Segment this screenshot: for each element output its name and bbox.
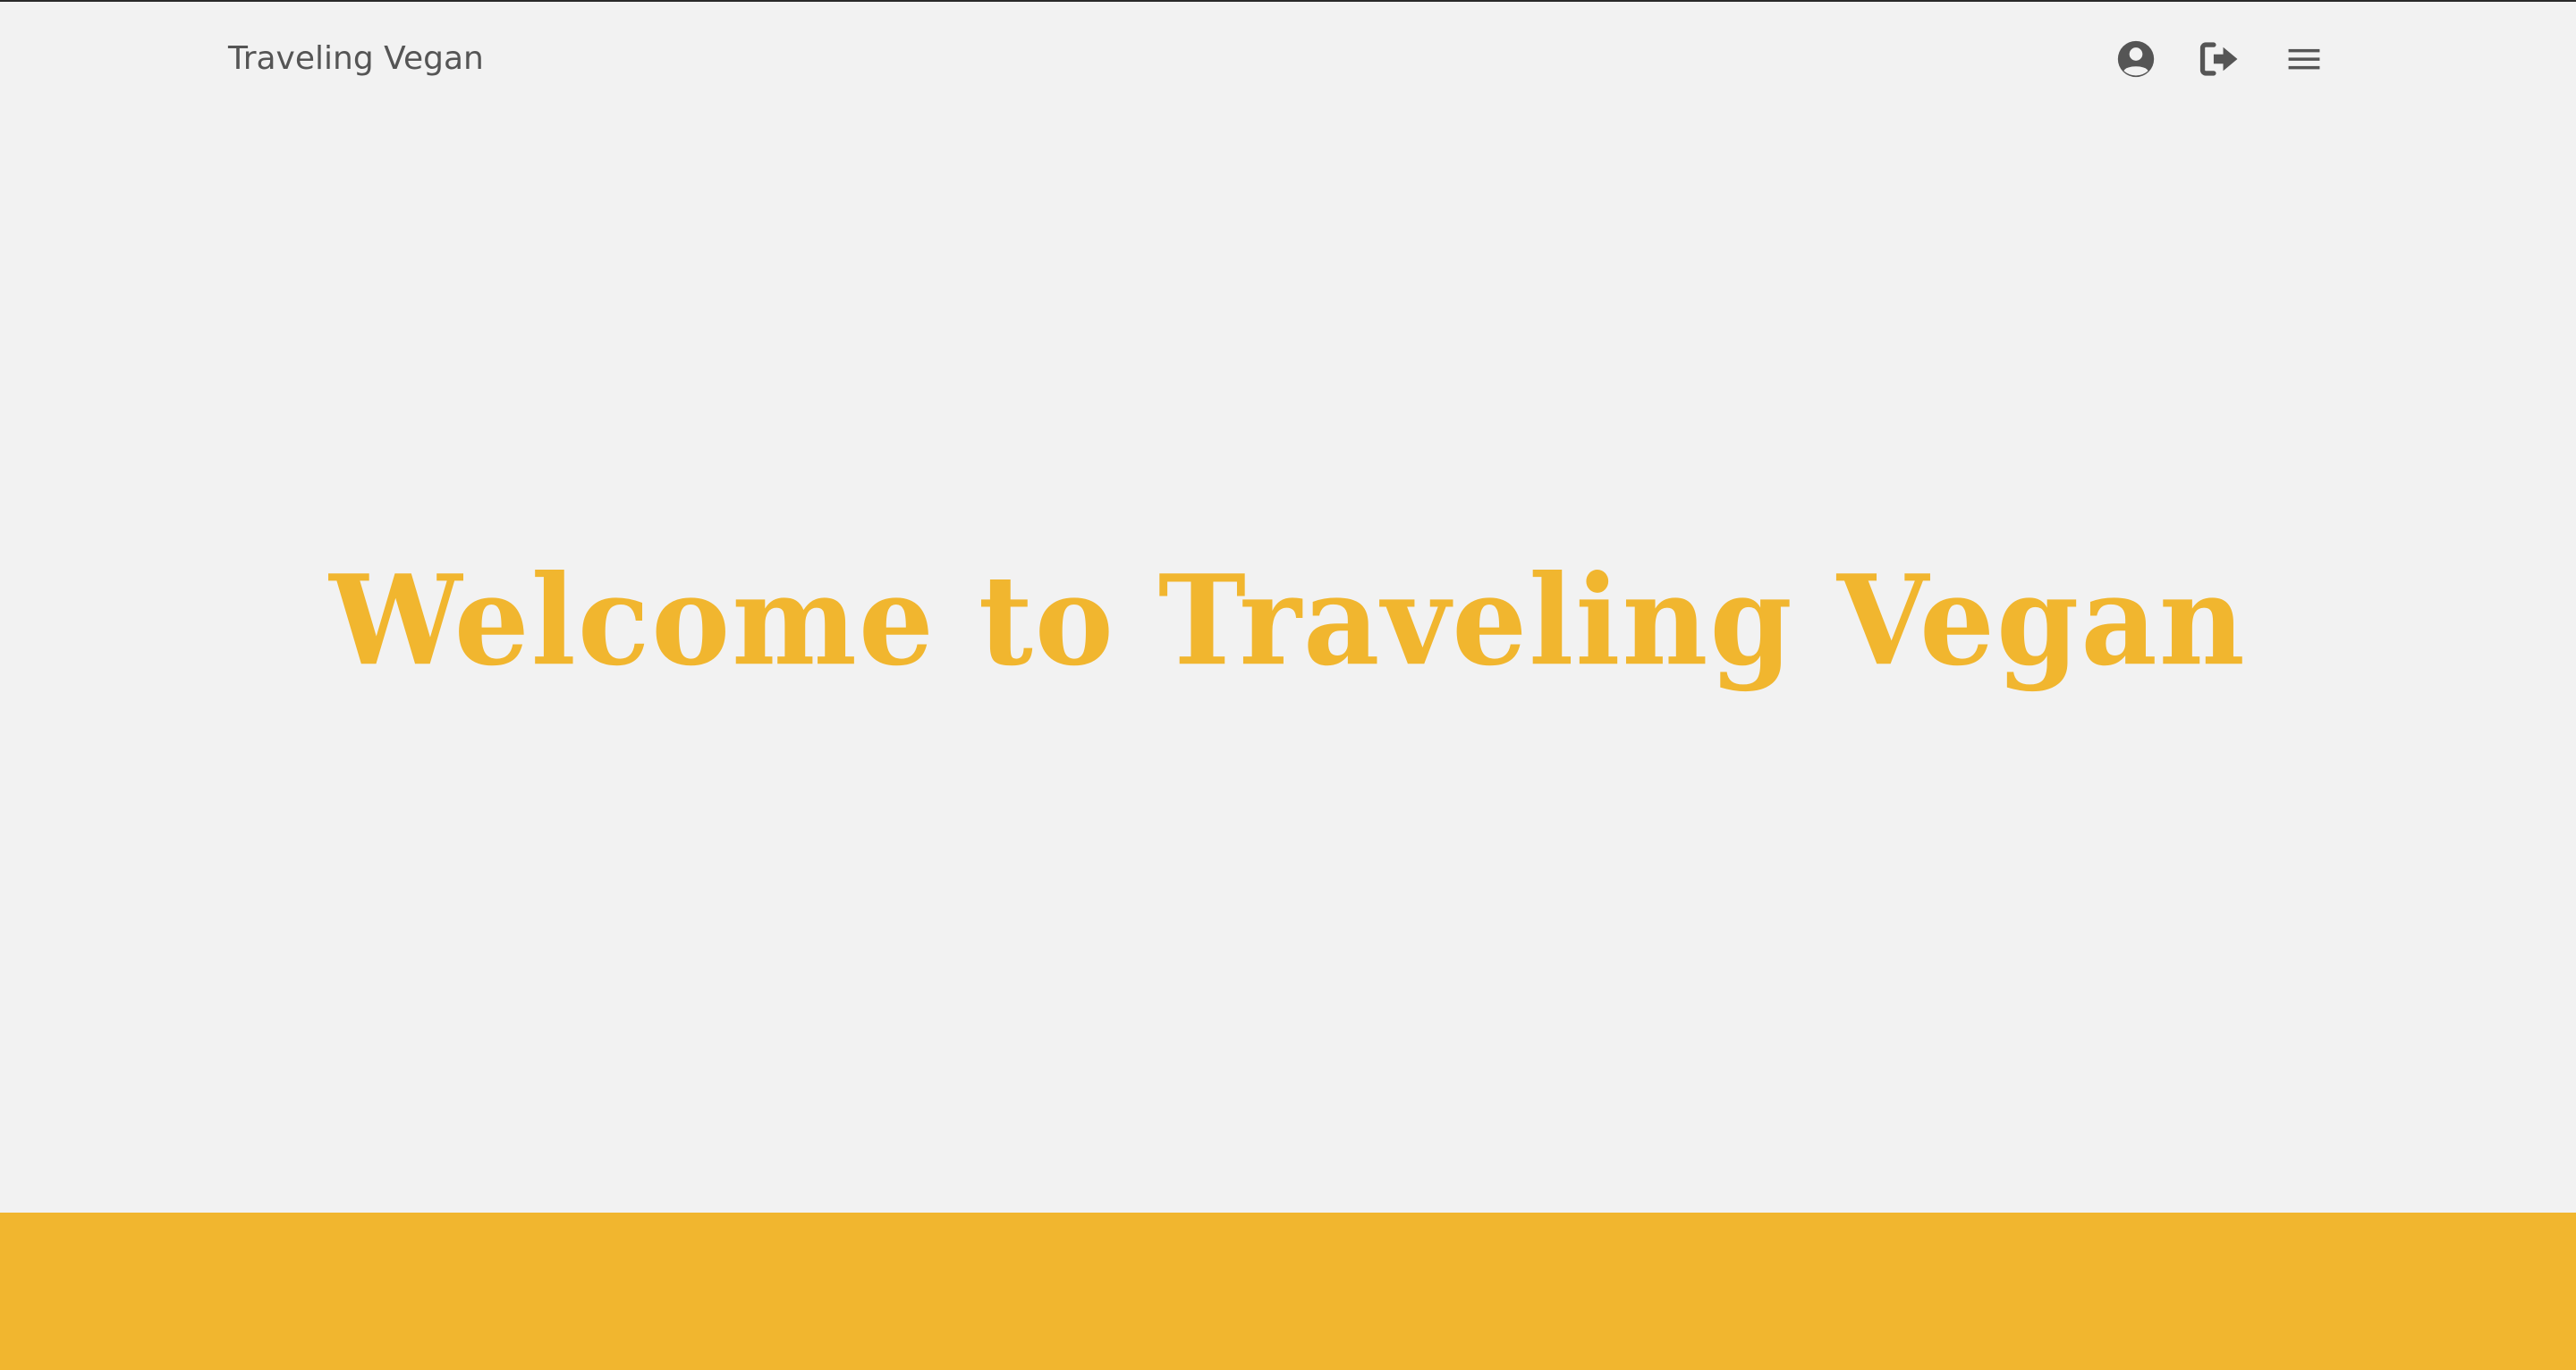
nav-icon-group (2114, 38, 2326, 80)
hero-section: Welcome to Traveling Vegan (0, 118, 2576, 1213)
account-circle-icon[interactable] (2114, 38, 2157, 80)
brand-link[interactable]: Traveling Vegan (228, 39, 484, 79)
hero-title: Welcome to Traveling Vegan (329, 547, 2247, 694)
navbar: Traveling Vegan (0, 2, 2576, 118)
footer-band (0, 1213, 2576, 1370)
sign-out-icon[interactable] (2199, 38, 2241, 80)
menu-icon[interactable] (2283, 38, 2326, 80)
